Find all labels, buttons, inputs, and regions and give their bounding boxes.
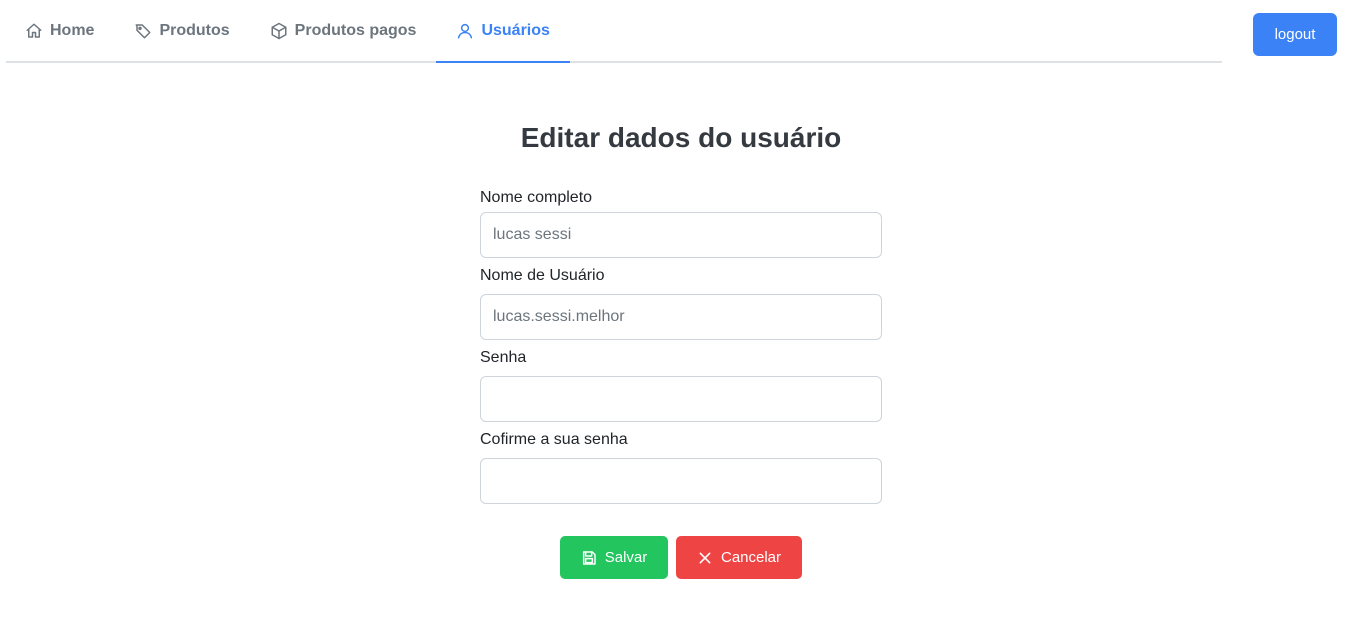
confirm-password-input[interactable] (480, 458, 882, 504)
save-button-label: Salvar (604, 549, 648, 566)
nav-tabs: Home Produtos Produtos pagos Usuários (6, 0, 1222, 63)
password-input[interactable] (480, 376, 882, 422)
confirm-password-group: Cofirme a sua senha (480, 429, 882, 504)
full-name-label: Nome completo (480, 189, 593, 206)
username-input[interactable] (480, 294, 882, 340)
full-name-input[interactable] (480, 212, 882, 258)
username-label: Nome de Usuário (480, 267, 605, 284)
close-icon (697, 550, 713, 566)
full-name-group: Nome completo (480, 187, 882, 258)
cancel-button-label: Cancelar (720, 549, 782, 566)
tab-produtos-label: Produtos (159, 21, 230, 39)
tab-usuarios-label: Usuários (481, 21, 550, 39)
cancel-button[interactable]: Cancelar (676, 536, 802, 579)
form-actions: Salvar Cancelar (560, 536, 802, 579)
tag-icon (134, 22, 152, 40)
tab-produtos[interactable]: Produtos (114, 0, 249, 63)
save-icon (581, 550, 597, 566)
save-button[interactable]: Salvar (560, 536, 668, 579)
tab-usuarios[interactable]: Usuários (436, 0, 570, 63)
password-group: Senha (480, 347, 882, 422)
tab-produtos-pagos[interactable]: Produtos pagos (250, 0, 437, 63)
tab-produtos-pagos-label: Produtos pagos (294, 21, 417, 39)
tab-home[interactable]: Home (6, 0, 114, 63)
username-group: Nome de Usuário (480, 265, 882, 340)
user-icon (456, 22, 474, 40)
logout-button[interactable]: logout (1253, 13, 1337, 56)
box-icon (270, 22, 288, 40)
top-navigation: Home Produtos Produtos pagos Usuários lo… (0, 0, 1358, 70)
confirm-password-label: Cofirme a sua senha (480, 431, 628, 448)
password-label: Senha (480, 349, 527, 366)
page-title: Editar dados do usuário (520, 122, 842, 153)
tab-home-label: Home (50, 21, 95, 39)
home-icon (25, 22, 43, 40)
